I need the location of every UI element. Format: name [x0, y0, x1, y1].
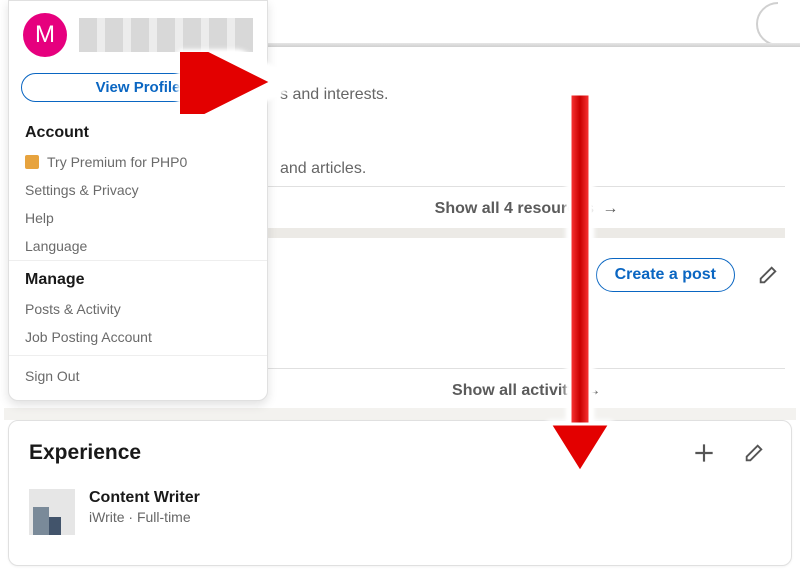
menu-item-label: Sign Out: [25, 368, 79, 384]
show-all-resources-link[interactable]: Show all 4 resources →: [268, 200, 785, 218]
menu-item-help[interactable]: Help: [9, 204, 267, 232]
menu-item-label: Posts & Activity: [25, 301, 121, 317]
divider: [268, 186, 785, 187]
menu-item-label: Job Posting Account: [25, 329, 152, 345]
truncated-text: and articles.: [280, 160, 366, 178]
menu-item-job-posting[interactable]: Job Posting Account: [9, 323, 267, 351]
top-right-circle: [756, 2, 800, 46]
avatar[interactable]: M: [23, 13, 67, 57]
annotation-arrow-left: [180, 52, 290, 114]
menu-item-label: Help: [25, 210, 54, 226]
redacted-name: [79, 18, 253, 52]
company-logo: [29, 489, 75, 535]
experience-meta: iWrite · Full-time: [89, 509, 200, 525]
plus-icon: [691, 440, 717, 466]
menu-item-label: Language: [25, 238, 87, 254]
divider: [268, 368, 785, 369]
menu-item-language[interactable]: Language: [9, 232, 267, 260]
truncated-text: s and interests.: [280, 86, 389, 104]
account-section-title: Account: [9, 114, 267, 148]
menu-item-sign-out[interactable]: Sign Out: [9, 355, 267, 394]
section-gap: [4, 408, 796, 420]
pencil-icon: [743, 442, 765, 464]
divider: [268, 43, 800, 47]
show-all-activity-link[interactable]: Show all activity →: [268, 382, 785, 400]
menu-item-label: Settings & Privacy: [25, 182, 139, 198]
menu-item-label: Try Premium for PHP0: [47, 154, 187, 170]
annotation-arrow-down: [540, 90, 620, 480]
add-experience-button[interactable]: [685, 439, 723, 467]
menu-item-posts-activity[interactable]: Posts & Activity: [9, 295, 267, 323]
menu-item-try-premium[interactable]: Try Premium for PHP0: [9, 148, 267, 176]
create-post-label: Create a post: [615, 266, 716, 283]
section-gap: [268, 228, 785, 238]
avatar-initial: M: [35, 21, 55, 49]
manage-section-title: Manage: [9, 260, 267, 295]
pencil-icon: [757, 264, 779, 286]
edit-experience-button[interactable]: [737, 441, 771, 465]
experience-item[interactable]: Content Writer iWrite · Full-time: [29, 489, 771, 535]
experience-card: Experience Content Writer iWrite · Full-…: [8, 420, 792, 566]
edit-activity-button[interactable]: [751, 263, 785, 287]
menu-item-settings[interactable]: Settings & Privacy: [9, 176, 267, 204]
view-profile-label: View Profile: [96, 79, 181, 96]
premium-icon: [25, 155, 39, 169]
experience-role: Content Writer: [89, 489, 200, 507]
